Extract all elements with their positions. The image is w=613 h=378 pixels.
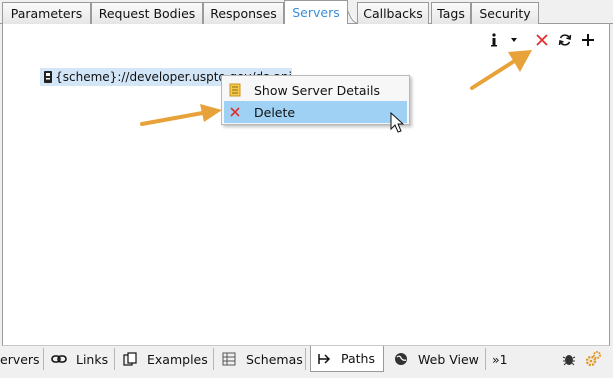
- refresh-button[interactable]: [556, 30, 574, 50]
- tab-callbacks[interactable]: Callbacks: [357, 2, 429, 24]
- tab-parameters[interactable]: Parameters: [2, 2, 91, 24]
- tab-label: Web View: [418, 351, 479, 367]
- tab-links[interactable]: Links: [44, 348, 115, 370]
- add-server-button[interactable]: [579, 30, 597, 50]
- schemas-icon: [220, 350, 238, 368]
- tab-schemas[interactable]: Schemas: [214, 348, 306, 370]
- tab-request-bodies[interactable]: Request Bodies: [91, 2, 203, 24]
- tab-responses[interactable]: Responses: [203, 2, 284, 24]
- link-icon: [50, 350, 68, 368]
- annotation-arrow-left: [140, 104, 222, 126]
- tab-web-view[interactable]: Web View: [386, 348, 486, 370]
- top-tab-bar: Parameters Request Bodies Responses Serv…: [0, 0, 613, 24]
- context-menu: Show Server Details Delete: [221, 75, 410, 125]
- menu-item-show-server-details[interactable]: Show Server Details: [224, 79, 407, 101]
- annotation-arrow-right: [470, 50, 532, 90]
- document-icon: [224, 79, 246, 101]
- tab-servers[interactable]: Servers: [284, 0, 348, 24]
- bug-icon[interactable]: [562, 352, 576, 366]
- gears-icon[interactable]: [584, 350, 602, 368]
- plus-icon: [582, 34, 594, 46]
- globe-icon: [392, 350, 410, 368]
- tab-security[interactable]: Security: [471, 2, 539, 24]
- tab-label: ervers: [0, 351, 40, 367]
- tab-label: »1: [492, 351, 508, 367]
- paths-icon: [315, 350, 333, 368]
- menu-item-label: Show Server Details: [254, 82, 381, 98]
- tab-tags[interactable]: Tags: [431, 2, 471, 24]
- tab-overflow[interactable]: »1: [486, 348, 516, 370]
- tab-examples[interactable]: Examples: [115, 348, 214, 370]
- tab-label: Schemas: [246, 351, 303, 367]
- bottom-tab-bar: ervers Links Examples Schemas Paths Web …: [0, 346, 613, 378]
- menu-item-label: Delete: [254, 104, 296, 120]
- refresh-icon: [558, 34, 572, 46]
- tab-label: Links: [76, 351, 109, 367]
- examples-icon: [121, 350, 139, 368]
- tab-label: Paths: [341, 351, 375, 366]
- tab-servers-bottom[interactable]: ervers: [0, 348, 44, 370]
- server-icon: [42, 68, 53, 86]
- menu-item-delete[interactable]: Delete: [224, 101, 407, 123]
- tab-paths[interactable]: Paths: [310, 346, 384, 372]
- cursor-icon: [390, 112, 405, 133]
- tab-label: Examples: [147, 351, 208, 367]
